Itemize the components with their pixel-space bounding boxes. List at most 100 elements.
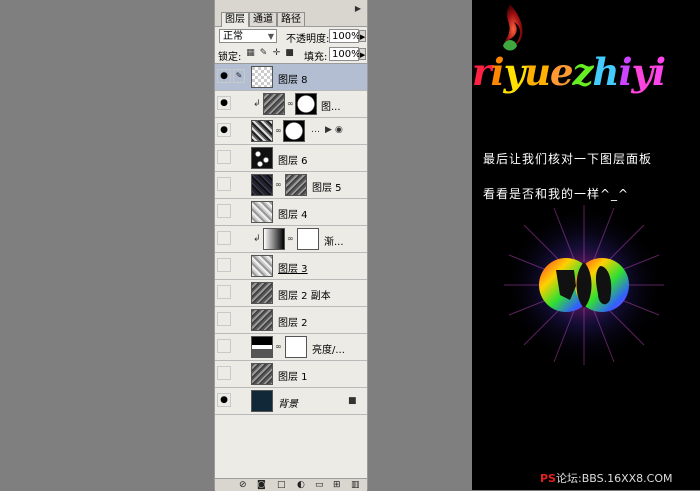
eye-icon[interactable]: ● bbox=[217, 123, 231, 137]
layer-thumbnail bbox=[251, 174, 273, 196]
eye-icon[interactable] bbox=[217, 258, 231, 272]
panel-bottom-toolbar: ⊘ ◙ □ ◐ ▭ ⊞ ▥ bbox=[215, 478, 367, 491]
add-mask-icon[interactable]: □ bbox=[277, 479, 286, 491]
eye-icon[interactable] bbox=[217, 150, 231, 164]
layer-row-3[interactable]: 图层 3 bbox=[215, 253, 367, 280]
tab-layers[interactable]: 图层 bbox=[221, 12, 249, 27]
layer-thumbnail bbox=[263, 228, 285, 250]
canvas-title: riyuezhiyi bbox=[472, 50, 666, 94]
link-icon: ∞ bbox=[275, 180, 282, 189]
layer-thumbnail bbox=[251, 390, 273, 412]
add-style-icon[interactable]: ◙ bbox=[257, 479, 266, 491]
layer-row-background[interactable]: ● 背景 ■ bbox=[215, 388, 367, 415]
layer-name: 图层 5 bbox=[312, 183, 342, 194]
layer-row-masked-1[interactable]: ● ↲ ∞ 图... bbox=[215, 91, 367, 118]
layer-name: 图层 8 bbox=[278, 75, 308, 86]
lock-pixels-icon[interactable]: ✎ bbox=[258, 48, 269, 59]
blend-mode-value: 正常 bbox=[223, 31, 243, 42]
blend-mode-select[interactable]: 正常 ▼ bbox=[219, 29, 277, 43]
layer-name: 图... bbox=[321, 102, 341, 113]
layer-name: 图层 4 bbox=[278, 210, 308, 221]
layer-name: 亮度/... bbox=[312, 345, 345, 356]
fill-arrow-icon[interactable]: ▶ bbox=[359, 48, 366, 60]
lock-icon: ■ bbox=[348, 396, 357, 406]
layer-row-4[interactable]: 图层 4 bbox=[215, 199, 367, 226]
mask-thumbnail bbox=[283, 120, 305, 142]
layer-thumbnail bbox=[251, 282, 273, 304]
eye-icon[interactable] bbox=[217, 312, 231, 326]
mask-thumbnail bbox=[295, 93, 317, 115]
mask-thumbnail bbox=[285, 336, 307, 358]
new-group-icon[interactable]: ▭ bbox=[315, 479, 324, 491]
forum-footer: PS论坛:BBS.16XX8.COM bbox=[540, 470, 672, 486]
title-letter: i bbox=[652, 50, 666, 94]
layer-name: 图层 3 bbox=[278, 264, 308, 275]
title-letter: e bbox=[549, 50, 574, 94]
tab-channels[interactable]: 通道 bbox=[249, 12, 277, 26]
trash-icon[interactable]: ▥ bbox=[351, 479, 360, 491]
layer-name: 背景 bbox=[278, 399, 298, 410]
layer-thumbnail bbox=[263, 93, 285, 115]
eye-icon[interactable]: ● bbox=[217, 69, 231, 83]
lock-all-icon[interactable]: ■ bbox=[284, 48, 295, 59]
layer-row-2-copy[interactable]: 图层 2 副本 bbox=[215, 280, 367, 307]
document-canvas: riyuezhiyi 最后让我们核对一下图层面板 看看是否和我的一样^_^ PS… bbox=[472, 0, 700, 490]
tab-paths[interactable]: 路径 bbox=[277, 12, 305, 26]
clip-arrow-icon: ↲ bbox=[253, 99, 261, 109]
mask-thumbnail bbox=[285, 174, 307, 196]
eye-icon[interactable] bbox=[217, 204, 231, 218]
lock-label: 锁定: bbox=[218, 52, 242, 63]
eye-icon[interactable] bbox=[217, 231, 231, 245]
title-letter: r bbox=[472, 50, 491, 94]
chevron-down-icon: ▼ bbox=[267, 32, 274, 41]
lock-transparency-icon[interactable]: ▦ bbox=[245, 48, 256, 59]
layer-thumbnail bbox=[251, 66, 273, 88]
eye-icon[interactable] bbox=[217, 285, 231, 299]
layer-name: 图层 2 bbox=[278, 318, 308, 329]
layer-row-5[interactable]: ∞ 图层 5 bbox=[215, 172, 367, 199]
new-layer-icon[interactable]: ⊞ bbox=[333, 479, 341, 491]
mask-thumbnail bbox=[297, 228, 319, 250]
layer-thumbnail bbox=[251, 201, 273, 223]
eye-icon[interactable]: ● bbox=[217, 393, 231, 407]
link-icon: ∞ bbox=[275, 126, 282, 135]
eye-icon[interactable] bbox=[217, 366, 231, 380]
panel-menu-icon[interactable]: ▶ bbox=[353, 4, 363, 14]
layer-row-2[interactable]: 图层 2 bbox=[215, 307, 367, 334]
title-letter: i bbox=[618, 50, 632, 94]
layer-row-brightness[interactable]: ∞ 亮度/... bbox=[215, 334, 367, 361]
blend-opacity-row: 正常 ▼ 不透明度: 100% ▶ bbox=[215, 27, 367, 45]
ellipsis-icon: … bbox=[311, 125, 320, 135]
eye-icon[interactable] bbox=[217, 177, 231, 191]
expand-arrow-icon[interactable]: ▶ bbox=[325, 125, 332, 135]
opacity-label: 不透明度: bbox=[286, 34, 330, 45]
new-adjustment-icon[interactable]: ◐ bbox=[297, 479, 305, 491]
layer-row-8[interactable]: ● ✎ 图层 8 bbox=[215, 64, 367, 91]
eye-icon[interactable]: ● bbox=[217, 96, 231, 110]
layer-name: 图层 6 bbox=[278, 156, 308, 167]
layer-thumbnail bbox=[251, 120, 273, 142]
title-letter: z bbox=[572, 50, 594, 94]
title-letter: y bbox=[631, 50, 653, 94]
link-icon: ∞ bbox=[275, 342, 282, 351]
layer-row-1[interactable]: 图层 1 bbox=[215, 361, 367, 388]
opacity-input[interactable]: 100% bbox=[329, 29, 361, 43]
title-letter: u bbox=[524, 50, 551, 94]
opacity-arrow-icon[interactable]: ▶ bbox=[359, 30, 366, 42]
link-icon: ∞ bbox=[287, 234, 294, 243]
adjustment-thumbnail bbox=[251, 336, 273, 358]
layer-name: 渐... bbox=[324, 237, 344, 248]
title-letter: h bbox=[592, 50, 620, 94]
layer-row-6[interactable]: 图层 6 bbox=[215, 145, 367, 172]
glowing-emblem bbox=[504, 205, 664, 365]
layer-thumbnail bbox=[251, 147, 273, 169]
eye-icon[interactable] bbox=[217, 339, 231, 353]
lock-fill-row: 锁定: ▦ ✎ ✛ ■ 填充: 100% ▶ bbox=[215, 45, 367, 63]
lock-position-icon[interactable]: ✛ bbox=[271, 48, 282, 59]
fill-input[interactable]: 100% bbox=[329, 47, 361, 61]
layer-name: 图层 1 bbox=[278, 372, 308, 383]
layer-row-gradient[interactable]: ↲ ∞ 渐... bbox=[215, 226, 367, 253]
layers-panel: 图层 通道 路径 ▶ 正常 ▼ 不透明度: 100% ▶ 锁定: ▦ ✎ ✛ ■ … bbox=[214, 0, 368, 491]
link-layers-icon[interactable]: ⊘ bbox=[239, 479, 247, 491]
layer-row-masked-2[interactable]: ● ∞ … ▶ ◉ bbox=[215, 118, 367, 145]
